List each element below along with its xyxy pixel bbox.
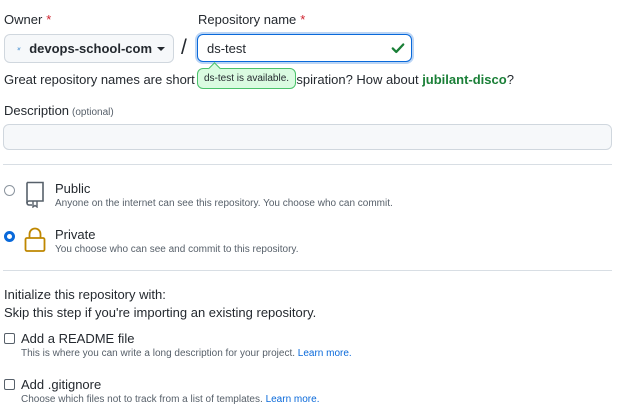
private-description: You choose who can see and commit to thi… — [55, 244, 299, 255]
readme-desc-text: This is where you can write a long descr… — [21, 348, 296, 359]
gitignore-description: Choose which files not to track from a l… — [21, 394, 319, 405]
readme-learn-more-link[interactable]: Learn more. — [298, 348, 352, 359]
description-label-text: Description — [4, 103, 70, 118]
divider — [3, 164, 612, 165]
chevron-down-icon — [157, 46, 165, 51]
description-input[interactable] — [3, 124, 612, 150]
gitignore-checkbox[interactable] — [4, 379, 15, 390]
public-title: Public — [55, 181, 91, 196]
gitignore-label[interactable]: Add .gitignore — [21, 377, 101, 392]
private-radio[interactable] — [4, 231, 15, 242]
repo-name-value[interactable]: ds-test — [207, 41, 391, 56]
slash-separator: / — [181, 36, 187, 59]
init-heading: Initialize this repository with: — [4, 287, 166, 302]
repo-label-text: Repository name — [198, 12, 297, 27]
readme-description: This is where you can write a long descr… — [21, 348, 352, 359]
readme-label[interactable]: Add a README file — [21, 331, 134, 346]
owner-name: devops-school-com — [29, 41, 152, 56]
divider — [3, 270, 612, 271]
repo-label: Repository name * — [198, 12, 305, 27]
hint-mid: inspiration? How about — [286, 72, 419, 87]
hint-prefix: Great repository names are short and — [4, 72, 221, 87]
owner-label: Owner * — [4, 12, 51, 27]
owner-required-mark: * — [46, 12, 52, 27]
description-label: Description (optional) — [4, 103, 114, 118]
lock-icon — [24, 227, 46, 252]
init-subheading: Skip this step if you're importing an ex… — [4, 305, 317, 320]
repo-name-input[interactable]: ds-test — [197, 34, 412, 62]
readme-checkbox[interactable] — [4, 333, 15, 344]
gitignore-learn-more-link[interactable]: Learn more. — [266, 394, 320, 405]
public-description: Anyone on the internet can see this repo… — [55, 198, 393, 209]
hint-suffix: ? — [506, 72, 514, 87]
repo-required-mark: * — [300, 12, 306, 27]
owner-select-button[interactable]: devops-school-com — [4, 34, 174, 63]
availability-tooltip: ds-test is available. — [197, 68, 297, 89]
public-radio[interactable] — [4, 185, 15, 196]
private-title: Private — [55, 227, 96, 242]
owner-label-text: Owner — [4, 12, 43, 27]
owner-avatar-icon — [17, 47, 21, 50]
gitignore-desc-text: Choose which files not to track from a l… — [21, 394, 263, 405]
repo-book-icon — [26, 181, 44, 208]
check-icon — [391, 43, 405, 54]
suggested-name[interactable]: jubilant-disco — [422, 72, 507, 87]
optional-tag: (optional) — [72, 107, 114, 118]
